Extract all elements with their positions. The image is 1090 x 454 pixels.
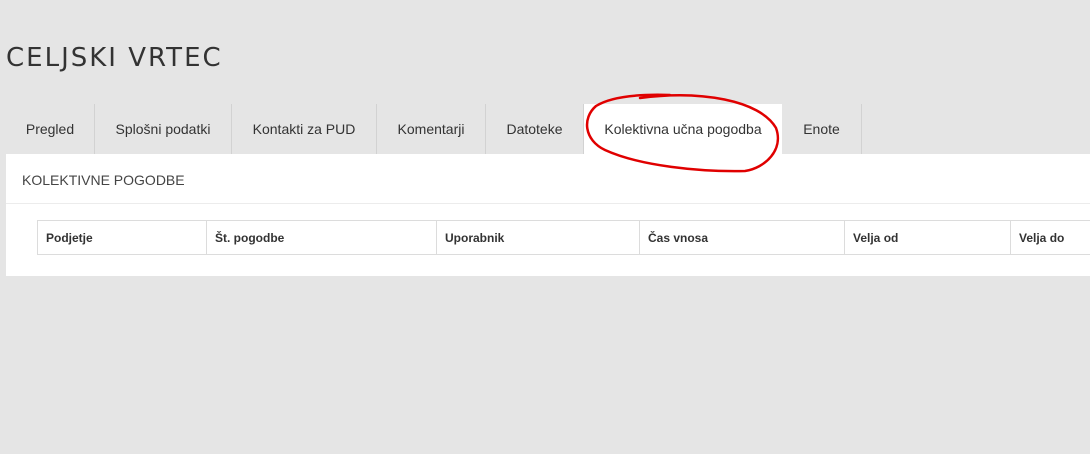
tab-kontakti-za-pud[interactable]: Kontakti za PUD [232,104,377,154]
column-header-podjetje[interactable]: Podjetje [38,221,207,254]
column-header-velja-od[interactable]: Velja od [845,221,1011,254]
column-header-cas-vnosa[interactable]: Čas vnosa [640,221,845,254]
tab-komentarji[interactable]: Komentarji [377,104,486,154]
column-header-st-pogodbe[interactable]: Št. pogodbe [207,221,437,254]
content-panel: KOLEKTIVNE POGODBE Podjetje Št. pogodbe … [6,154,1090,276]
tab-kolektivna-ucna-pogodba[interactable]: Kolektivna učna pogodba [584,104,782,154]
panel-title: KOLEKTIVNE POGODBE [6,154,1090,204]
tab-splosni-podatki[interactable]: Splošni podatki [95,104,232,154]
page: CELJSKI VRTEC Pregled Splošni podatki Ko… [0,0,1090,454]
tab-enote[interactable]: Enote [782,104,862,154]
page-title: CELJSKI VRTEC [6,43,223,73]
column-header-uporabnik[interactable]: Uporabnik [437,221,640,254]
tab-pregled[interactable]: Pregled [6,104,95,154]
column-header-velja-do[interactable]: Velja do [1011,221,1090,254]
tab-datoteke[interactable]: Datoteke [486,104,584,154]
tab-bar: Pregled Splošni podatki Kontakti za PUD … [6,104,862,154]
contracts-table-header: Podjetje Št. pogodbe Uporabnik Čas vnosa… [37,220,1090,255]
